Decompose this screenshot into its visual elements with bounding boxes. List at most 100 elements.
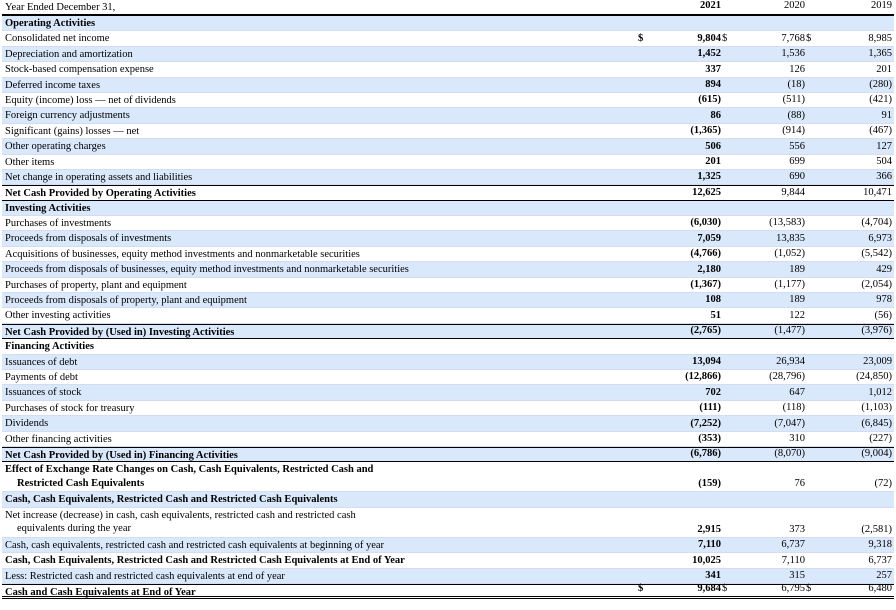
value-2021: (4,766)	[690, 248, 721, 260]
row-label-line2: equivalents during the year	[17, 523, 132, 535]
value-2021: (6,786)	[690, 448, 721, 460]
value-2020: 556	[789, 140, 805, 152]
row-label: Cash, Cash Equivalents, Restricted Cash …	[5, 494, 338, 506]
table-row: Investing Activities	[2, 200, 894, 217]
value-2019: 504	[876, 155, 892, 167]
value-2019: 1,012	[868, 386, 892, 398]
row-label: Significant (gains) losses — net	[5, 125, 140, 137]
table-row: Net Cash Provided by (Used in) Investing…	[2, 323, 894, 340]
value-2020: (118)	[782, 402, 805, 414]
table-row: Purchases of stock for treasury (111) (118…	[2, 401, 894, 417]
value-2021: 1,452	[697, 48, 721, 60]
table-header-row: Year Ended December 31, 2021 2020 2019	[2, 0, 894, 16]
row-label: Purchases of stock for treasury	[5, 402, 135, 414]
value-2021: 7,059	[697, 232, 721, 244]
table-row: Purchases of property, plant and equipme…	[2, 278, 894, 294]
row-label: Net change in operating assets and liabi…	[5, 171, 193, 183]
row-label: Other operating charges	[5, 141, 106, 153]
dollar-sign-2020: $	[722, 583, 728, 595]
table-row: Effect of Exchange Rate Changes on Cash,…	[2, 462, 894, 493]
value-2020: (7,047)	[774, 417, 805, 429]
value-2019: 9,318	[868, 539, 892, 551]
value-2020: 699	[789, 155, 805, 167]
value-2019: 127	[876, 140, 892, 152]
value-2021: 9,684	[697, 583, 721, 595]
value-2021: 86	[710, 109, 722, 121]
row-label: Deferred income taxes	[5, 79, 101, 91]
value-2020: 647	[789, 386, 805, 398]
value-2020: 26,934	[776, 355, 805, 367]
row-label: Less: Restricted cash and restricted cas…	[5, 570, 285, 582]
table-row: Issuances of stock 702 647 1,012	[2, 385, 894, 401]
row-label-line1: Effect of Exchange Rate Changes on Cash,…	[5, 464, 374, 476]
value-2019: 366	[876, 171, 892, 183]
value-2019: 978	[876, 294, 892, 306]
table-row: Issuances of debt 13,094 26,934 23,009	[2, 354, 894, 370]
value-2020: 690	[789, 171, 805, 183]
value-2019: (6,845)	[861, 417, 892, 429]
header-label: Year Ended December 31,	[5, 2, 116, 13]
table-row: Acquisitions of businesses, equity metho…	[2, 247, 894, 263]
row-label: Consolidated net income	[5, 33, 110, 45]
value-2020: 7,110	[781, 554, 805, 566]
row-label: Operating Activities	[5, 18, 96, 29]
table-row: Proceeds from disposals of businesses, e…	[2, 262, 894, 278]
value-2021: 51	[710, 309, 722, 321]
row-label: Proceeds from disposals of property, pla…	[5, 295, 247, 307]
value-2020: 76	[794, 478, 806, 490]
row-label: Purchases of property, plant and equipme…	[5, 279, 187, 291]
value-2020: (511)	[782, 94, 805, 106]
table-row: Cash and Cash Equivalents at End of Year…	[2, 583, 894, 600]
value-2019: (227)	[869, 432, 892, 444]
table-row: Cash, Cash Equivalents, Restricted Cash …	[2, 492, 894, 508]
value-2019: 1,365	[868, 48, 892, 60]
table-row: Other operating charges 506 556 127	[2, 139, 894, 155]
value-2019: (72)	[874, 478, 893, 490]
value-2019: (4,704)	[861, 217, 892, 229]
value-2021: (111)	[699, 402, 721, 414]
table-row: Cash, Cash Equivalents, Restricted Cash …	[2, 553, 894, 569]
row-label: Issuances of debt	[5, 356, 78, 368]
value-2019: 6,737	[868, 554, 892, 566]
value-2021: 702	[705, 386, 721, 398]
value-2021: 13,094	[692, 355, 721, 367]
table-row: Consolidated net income 9,804 7,768 8,985 $ $…	[2, 31, 894, 47]
cash-flow-statement: Year Ended December 31, 2021 2020 2019 O…	[2, 0, 894, 600]
table-row: Other items 201 699 504	[2, 155, 894, 170]
value-2019: (24,850)	[856, 371, 892, 383]
table-row: Net change in operating assets and liabi…	[2, 169, 894, 186]
value-2021: 894	[705, 78, 721, 90]
row-label: Depreciation and amortization	[5, 48, 133, 60]
value-2021: (12,866)	[685, 371, 721, 383]
row-label: Equity (income) loss — net of dividends	[5, 94, 176, 106]
table-row: Dividends (7,252) (7,047) (6,845)	[2, 416, 894, 432]
value-2021: 2,915	[697, 523, 721, 535]
table-row: Payments of debt (12,866) (28,796) (24,850)	[2, 370, 894, 386]
dollar-sign-2019: $	[806, 32, 812, 44]
row-label: Effect of Exchange Rate Changes on Cash,…	[5, 463, 445, 490]
value-2021: (6,030)	[690, 217, 721, 229]
value-2020: (18)	[787, 78, 806, 90]
row-label: Cash, cash equivalents, restricted cash …	[5, 539, 385, 551]
dollar-sign-2019: $	[806, 583, 812, 595]
row-label: Other items	[5, 156, 55, 168]
year-2021-header: 2021	[700, 0, 721, 11]
value-2019: (2,054)	[861, 279, 892, 291]
table-row: Purchases of investments (6,030) (13,583) (…	[2, 216, 894, 232]
value-2019: 23,009	[863, 355, 892, 367]
dollar-sign-2020: $	[722, 32, 728, 44]
table-row: Deferred income taxes 894 (18) (280)	[2, 77, 894, 93]
row-label: Foreign currency adjustments	[5, 110, 130, 122]
value-2020: 7,768	[781, 32, 805, 44]
value-2021: 7,110	[697, 539, 721, 551]
dollar-sign-2021: $	[638, 32, 644, 44]
table-row: Net increase (decrease) in cash, cash eq…	[2, 508, 894, 538]
value-2021: 201	[705, 155, 721, 167]
value-2020: 189	[789, 263, 805, 275]
value-2020: 1,536	[781, 48, 805, 60]
value-2019: 201	[876, 63, 892, 75]
table-row: Operating Activities	[2, 16, 894, 32]
value-2021: (1,365)	[690, 125, 721, 137]
value-2021: 12,625	[692, 186, 721, 198]
table-row: Proceeds from disposals of property, pla…	[2, 293, 894, 309]
